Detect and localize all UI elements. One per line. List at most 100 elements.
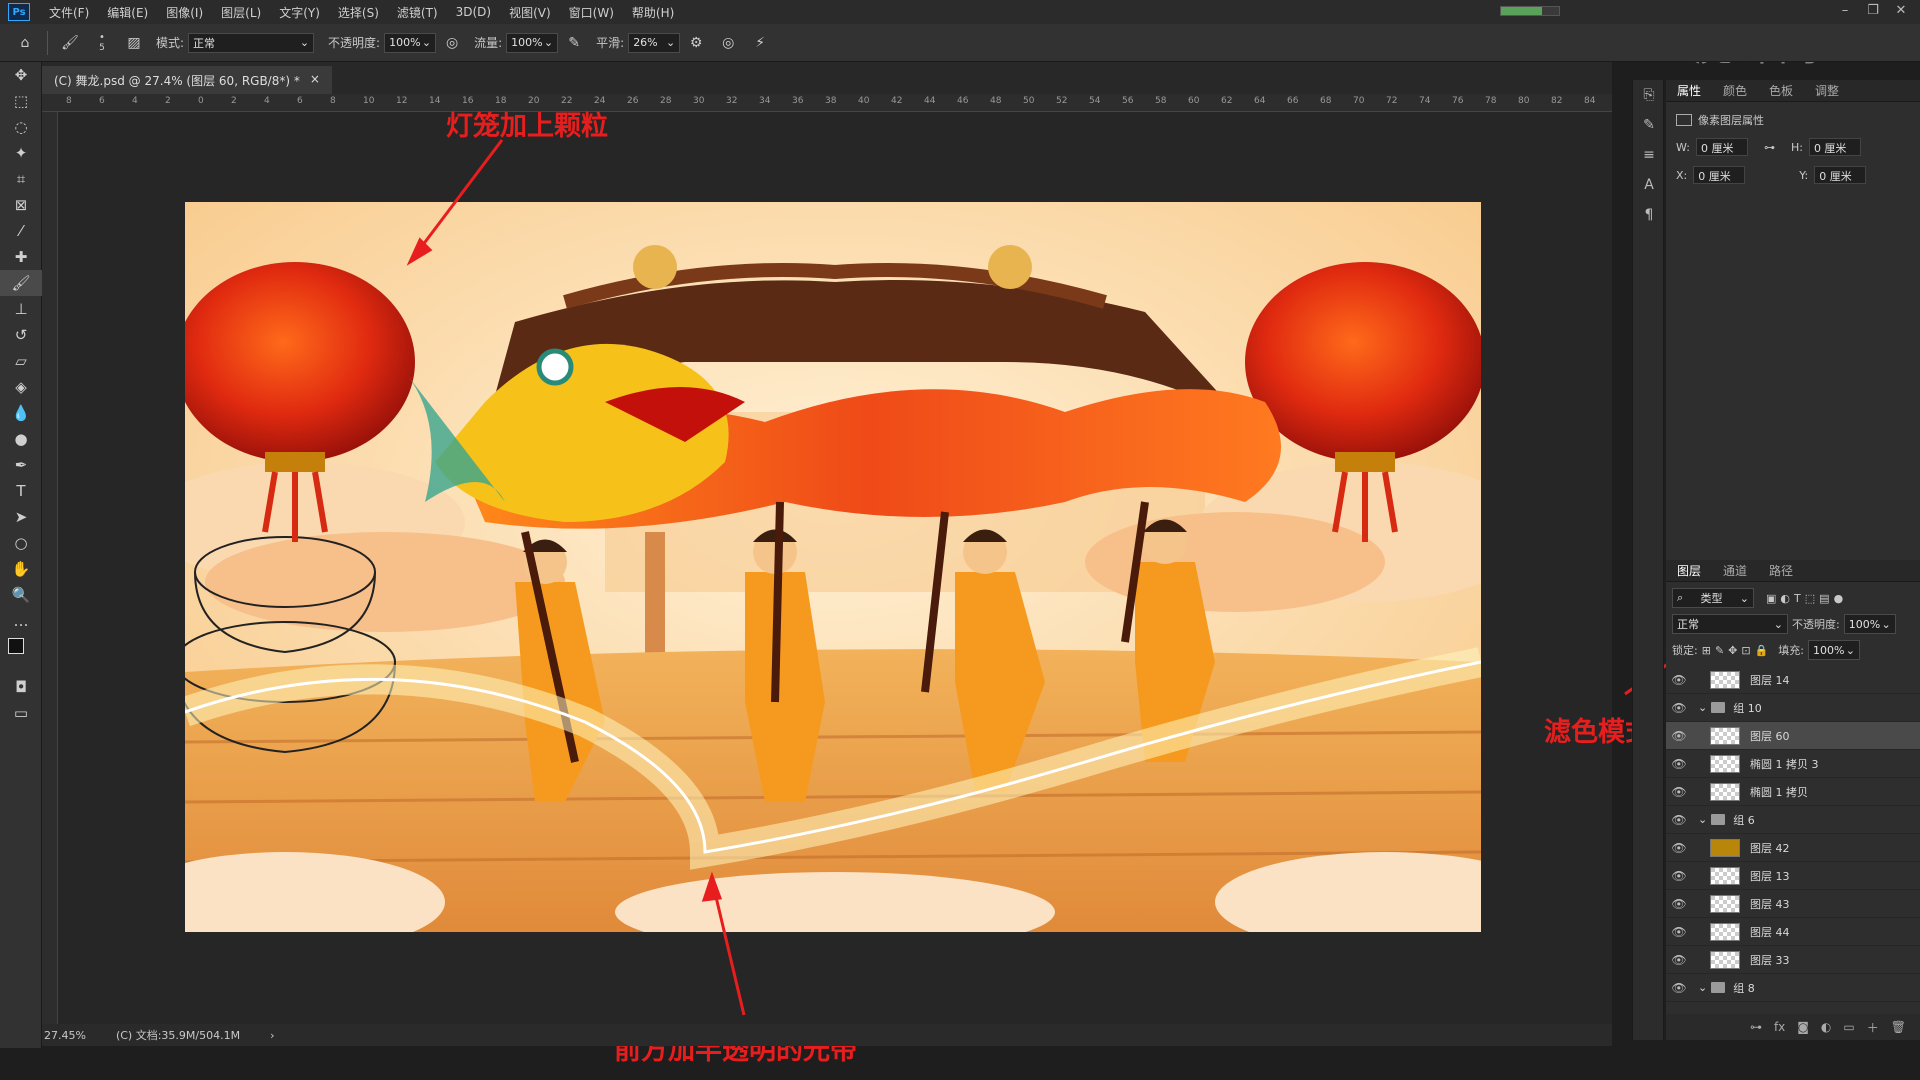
visibility-eye-icon[interactable]: 👁 bbox=[1666, 953, 1692, 967]
layer-group-row[interactable]: 👁 ⌄ 组 10 bbox=[1666, 694, 1920, 722]
maximize-button[interactable]: ❐ bbox=[1858, 3, 1888, 21]
healing-brush-tool-icon[interactable]: ✚ bbox=[0, 244, 42, 270]
lasso-tool-icon[interactable]: ◌ bbox=[0, 114, 42, 140]
layer-thumbnail[interactable] bbox=[1710, 754, 1740, 773]
brush-tool-icon[interactable]: 🖌 bbox=[0, 270, 42, 296]
clone-stamp-tool-icon[interactable]: ⊥ bbox=[0, 296, 42, 322]
airbrush-icon[interactable]: ✎ bbox=[561, 30, 587, 56]
color-swatches[interactable] bbox=[0, 634, 42, 674]
layer-row[interactable]: 👁 椭圆 1 拷贝 bbox=[1666, 778, 1920, 806]
width-field[interactable]: 0 厘米 bbox=[1695, 138, 1748, 156]
filter-pixel-icon[interactable]: ▣ bbox=[1766, 592, 1776, 605]
visibility-eye-icon[interactable]: 👁 bbox=[1666, 981, 1692, 995]
layer-row[interactable]: 👁 图层 14 bbox=[1666, 666, 1920, 694]
more-tools-icon[interactable]: … bbox=[0, 608, 42, 634]
y-field[interactable]: 0 厘米 bbox=[1814, 166, 1867, 184]
smoothing-input[interactable]: 26% ⌄ bbox=[628, 32, 681, 53]
filter-shape-icon[interactable]: ⬚ bbox=[1805, 592, 1815, 605]
tab-layers[interactable]: 图层 bbox=[1666, 562, 1712, 579]
zoom-tool-icon[interactable]: 🔍 bbox=[0, 582, 42, 608]
tab-swatches[interactable]: 色板 bbox=[1758, 82, 1804, 99]
add-mask-icon[interactable]: ◙ bbox=[1797, 1020, 1809, 1034]
lock-transparency-icon[interactable]: ⊞ bbox=[1702, 644, 1711, 657]
tab-color[interactable]: 颜色 bbox=[1712, 82, 1758, 99]
crop-tool-icon[interactable]: ⌗ bbox=[0, 166, 42, 192]
lock-all-icon[interactable]: 🔒 bbox=[1755, 644, 1769, 657]
blend-mode-dropdown[interactable]: 正常 ⌄ bbox=[1672, 614, 1788, 634]
filter-toggle-icon[interactable]: ● bbox=[1834, 592, 1844, 605]
filter-type-icon[interactable]: T bbox=[1794, 592, 1801, 605]
lock-artboard-icon[interactable]: ⊡ bbox=[1741, 644, 1750, 657]
height-field[interactable]: 0 厘米 bbox=[1808, 138, 1861, 156]
expand-chevron-icon[interactable]: ⌄ bbox=[1698, 813, 1707, 826]
layer-thumbnail[interactable] bbox=[1710, 950, 1740, 969]
brush-tool-icon[interactable]: 🖌 bbox=[57, 30, 83, 56]
menu-type[interactable]: 文字(Y) bbox=[270, 4, 329, 21]
history-panel-icon[interactable]: ⎘ bbox=[1633, 80, 1665, 110]
tab-properties[interactable]: 属性 bbox=[1666, 82, 1712, 99]
lock-pixels-icon[interactable]: ✎ bbox=[1715, 644, 1724, 657]
menu-layer[interactable]: 图层(L) bbox=[212, 4, 270, 21]
document-tab[interactable]: (C) 舞龙.psd @ 27.4% (图层 60, RGB/8*) * × bbox=[42, 66, 332, 94]
menu-file[interactable]: 文件(F) bbox=[40, 4, 98, 21]
layer-group-row[interactable]: 👁 ⌄ 组 8 bbox=[1666, 974, 1920, 1002]
layer-row[interactable]: 👁 图层 60 bbox=[1666, 722, 1920, 750]
pressure-opacity-icon[interactable]: ◎ bbox=[439, 30, 465, 56]
brush-settings-icon[interactable]: ▨ bbox=[121, 30, 147, 56]
link-icon[interactable]: ⊶ bbox=[1764, 141, 1775, 154]
layer-thumbnail[interactable] bbox=[1710, 670, 1740, 689]
canvas-artwork[interactable] bbox=[185, 202, 1481, 932]
visibility-eye-icon[interactable]: 👁 bbox=[1666, 869, 1692, 883]
close-tab-icon[interactable]: × bbox=[310, 72, 320, 88]
layer-thumbnail[interactable] bbox=[1710, 782, 1740, 801]
layer-thumbnail[interactable] bbox=[1710, 894, 1740, 913]
history-brush-tool-icon[interactable]: ↺ bbox=[0, 322, 42, 348]
layer-row[interactable]: 👁 图层 33 bbox=[1666, 946, 1920, 974]
menu-edit[interactable]: 编辑(E) bbox=[98, 4, 157, 21]
eyedropper-tool-icon[interactable]: ⁄ bbox=[0, 218, 42, 244]
layer-row[interactable]: 👁 图层 13 bbox=[1666, 862, 1920, 890]
layer-row[interactable]: 👁 图层 43 bbox=[1666, 890, 1920, 918]
document-info[interactable]: (C) 文档:35.9M/504.1M bbox=[116, 1027, 240, 1043]
expand-chevron-icon[interactable]: ⌄ bbox=[1698, 981, 1707, 994]
tab-channels[interactable]: 通道 bbox=[1712, 562, 1758, 579]
paint-bucket-tool-icon[interactable]: ◈ bbox=[0, 374, 42, 400]
hand-tool-icon[interactable]: ✋ bbox=[0, 556, 42, 582]
close-window-button[interactable]: ✕ bbox=[1886, 3, 1916, 21]
marquee-tool-icon[interactable]: ⬚ bbox=[0, 88, 42, 114]
pressure-size-icon[interactable]: ◎ bbox=[715, 30, 741, 56]
type-tool-icon[interactable]: T bbox=[0, 478, 42, 504]
blur-tool-icon[interactable]: 💧 bbox=[0, 400, 42, 426]
mode-dropdown[interactable]: 正常 ⌄ bbox=[188, 32, 315, 53]
tab-adjustments[interactable]: 调整 bbox=[1804, 82, 1850, 99]
foreground-color-swatch[interactable] bbox=[8, 638, 24, 654]
new-group-icon[interactable]: ▭ bbox=[1843, 1020, 1854, 1034]
trash-icon[interactable]: 🗑 bbox=[1891, 1020, 1906, 1034]
visibility-eye-icon[interactable]: 👁 bbox=[1666, 673, 1692, 687]
fx-icon[interactable]: fx bbox=[1774, 1020, 1785, 1034]
visibility-eye-icon[interactable]: 👁 bbox=[1666, 785, 1692, 799]
character-panel-icon[interactable]: A bbox=[1633, 170, 1665, 200]
horizontal-ruler[interactable]: 8 6 4 2 0 2 4 6 8 10 12 14 16 18 20 22 24 26 28 30 32 34 36 38 4… bbox=[42, 94, 1612, 112]
vertical-ruler[interactable] bbox=[42, 112, 58, 1024]
visibility-eye-icon[interactable]: 👁 bbox=[1666, 729, 1692, 743]
layer-row[interactable]: 👁 图层 42 bbox=[1666, 834, 1920, 862]
minimize-button[interactable]: – bbox=[1830, 3, 1860, 21]
brush-panel-icon[interactable]: ✎ bbox=[1633, 110, 1665, 140]
kind-filter-dropdown[interactable]: ⌕ 类型 ⌄ bbox=[1672, 588, 1754, 608]
dodge-tool-icon[interactable]: ● bbox=[0, 426, 42, 452]
adjustments-panel-icon[interactable]: ≡ bbox=[1633, 140, 1665, 170]
path-selection-tool-icon[interactable]: ➤ bbox=[0, 504, 42, 530]
new-adjustment-icon[interactable]: ◐ bbox=[1821, 1020, 1831, 1034]
menu-select[interactable]: 选择(S) bbox=[329, 4, 388, 21]
frame-tool-icon[interactable]: ⊠ bbox=[0, 192, 42, 218]
filter-smart-object-icon[interactable]: ▤ bbox=[1819, 592, 1829, 605]
eraser-tool-icon[interactable]: ▱ bbox=[0, 348, 42, 374]
x-field[interactable]: 0 厘米 bbox=[1693, 166, 1746, 184]
brush-size-picker[interactable]: • 5 bbox=[89, 30, 115, 56]
screen-mode-icon[interactable]: ▭ bbox=[0, 700, 42, 726]
layer-opacity-input[interactable]: 100% ⌄ bbox=[1843, 614, 1896, 634]
link-layers-icon[interactable]: ⊶ bbox=[1750, 1020, 1762, 1034]
visibility-eye-icon[interactable]: 👁 bbox=[1666, 701, 1692, 715]
home-icon[interactable]: ⌂ bbox=[12, 30, 38, 56]
